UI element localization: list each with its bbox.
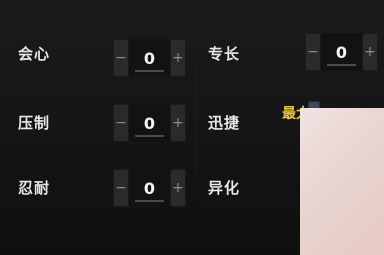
value-text: 0: [143, 48, 156, 68]
value-underline: [135, 135, 164, 137]
minus-icon: −: [307, 44, 319, 60]
minus-icon: −: [115, 115, 127, 131]
stepper-specialty: − 0 +: [305, 33, 378, 71]
stat-label-alienation: 异化: [208, 179, 241, 197]
value-text: 0: [143, 178, 156, 198]
stepper-endurance: − 0 +: [113, 169, 186, 207]
minus-button[interactable]: −: [305, 33, 321, 71]
plus-icon: +: [172, 180, 184, 196]
value-underline: [327, 64, 356, 66]
value-underline: [135, 70, 164, 72]
minus-button[interactable]: −: [113, 169, 129, 207]
stat-label-specialty: 专长: [208, 45, 241, 63]
value-text: 0: [335, 42, 348, 62]
stat-label-swiftness: 迅捷: [208, 114, 241, 132]
plus-icon: +: [364, 44, 376, 60]
minus-icon: −: [115, 50, 127, 66]
value-underline: [135, 200, 164, 202]
stat-label-critical: 会心: [18, 45, 51, 63]
plus-button[interactable]: +: [170, 39, 186, 77]
stat-label-suppress: 压制: [18, 114, 51, 132]
value-text: 0: [143, 113, 156, 133]
minus-icon: −: [115, 180, 127, 196]
plus-icon: +: [172, 115, 184, 131]
overlay-patch: [300, 108, 384, 255]
minus-button[interactable]: −: [113, 104, 129, 142]
plus-icon: +: [172, 50, 184, 66]
stat-label-endurance: 忍耐: [18, 179, 51, 197]
plus-button[interactable]: +: [170, 104, 186, 142]
stepper-critical: − 0 +: [113, 39, 186, 77]
plus-button[interactable]: +: [170, 169, 186, 207]
minus-button[interactable]: −: [113, 39, 129, 77]
stepper-suppress: − 0 +: [113, 104, 186, 142]
plus-button[interactable]: +: [362, 33, 378, 71]
